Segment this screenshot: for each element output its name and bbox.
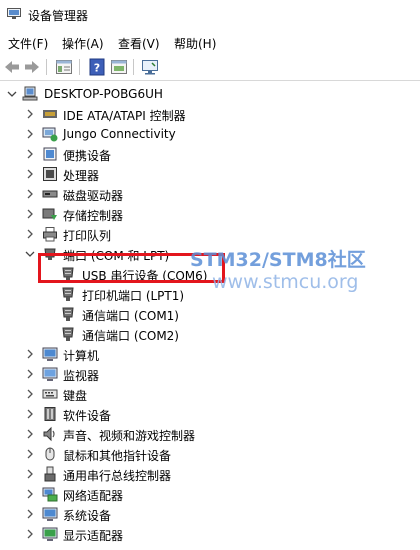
processor-icon — [43, 167, 57, 181]
category-label: 通用串行总线控制器 — [63, 469, 172, 483]
ide-controller-icon — [43, 110, 57, 118]
tree-item-usb-controllers[interactable]: 通用串行总线控制器 — [0, 464, 420, 484]
computer-icon — [22, 86, 38, 101]
tree-item-system-devices[interactable]: 系统设备 — [0, 504, 420, 524]
chevron-right-icon[interactable] — [25, 348, 35, 360]
device-manager-icon — [7, 8, 21, 19]
device-label: 通信端口 (COM1) — [82, 309, 179, 323]
tree-item-sound-video-game[interactable]: 声音、视频和游戏控制器 — [0, 424, 420, 444]
port-connector-icon — [62, 287, 74, 301]
usb-icon — [44, 466, 56, 482]
tree-item-keyboards[interactable]: 键盘 — [0, 384, 420, 404]
toolbar: ? — [0, 56, 420, 78]
tree-item-monitors[interactable]: 监视器 — [0, 364, 420, 384]
category-label: 存储控制器 — [63, 209, 124, 223]
monitor-icon — [42, 367, 58, 381]
menu-action[interactable]: 操作(A) — [62, 35, 104, 52]
title-bar: 设备管理器 — [0, 0, 420, 30]
chevron-right-icon[interactable] — [25, 148, 35, 160]
chevron-right-icon[interactable] — [25, 528, 35, 540]
mouse-icon — [45, 447, 55, 461]
svg-text:?: ? — [94, 62, 100, 75]
system-device-icon — [42, 507, 58, 521]
computer-icon — [42, 347, 58, 361]
tree-item-storage-controllers[interactable]: 存储控制器 — [0, 204, 420, 224]
category-label: 监视器 — [63, 369, 100, 383]
chevron-right-icon[interactable] — [25, 428, 35, 440]
chevron-right-icon[interactable] — [25, 168, 35, 180]
menu-bar: 文件(F) 操作(A) 查看(V) 帮助(H) — [0, 30, 420, 54]
tree-item-software-devices[interactable]: 软件设备 — [0, 404, 420, 424]
category-label: 便携设备 — [63, 149, 112, 163]
category-label: 打印队列 — [63, 229, 112, 243]
device-label: 通信端口 (COM2) — [82, 329, 179, 343]
chevron-right-icon[interactable] — [25, 108, 35, 120]
chevron-down-icon[interactable] — [7, 88, 17, 100]
tree-item-portable-devices[interactable]: 便携设备 — [0, 144, 420, 164]
port-connector-icon — [62, 307, 74, 321]
tree-item-computer[interactable]: 计算机 — [0, 344, 420, 364]
category-label: 计算机 — [63, 349, 100, 363]
portable-device-icon — [43, 147, 57, 161]
keyboard-icon — [42, 389, 58, 399]
chevron-right-icon[interactable] — [25, 208, 35, 220]
window-title: 设备管理器 — [28, 9, 89, 23]
chevron-right-icon[interactable] — [25, 368, 35, 380]
computer-name: DESKTOP-POBG6UH — [44, 87, 163, 101]
chevron-right-icon[interactable] — [25, 468, 35, 480]
tree-item-com1[interactable]: 通信端口 (COM1) — [0, 304, 420, 324]
tree-item-disk-drives[interactable]: 磁盘驱动器 — [0, 184, 420, 204]
category-label: IDE ATA/ATAPI 控制器 — [63, 109, 186, 123]
category-label: 显示适配器 — [63, 529, 124, 543]
category-label: Jungo Connectivity — [63, 127, 176, 141]
scan-hardware-icon[interactable] — [141, 58, 159, 76]
properties-icon[interactable] — [55, 58, 73, 76]
chevron-right-icon[interactable] — [25, 448, 35, 460]
category-label: 处理器 — [63, 169, 100, 183]
chevron-right-icon[interactable] — [25, 408, 35, 420]
tree-item-processors[interactable]: 处理器 — [0, 164, 420, 184]
disk-drive-icon — [42, 190, 58, 198]
storage-controller-icon — [42, 208, 57, 220]
tree-item-print-queues[interactable]: 打印队列 — [0, 224, 420, 244]
chevron-right-icon[interactable] — [25, 128, 35, 140]
category-label: 软件设备 — [63, 409, 112, 423]
menu-file[interactable]: 文件(F) — [8, 35, 48, 52]
chevron-right-icon[interactable] — [25, 508, 35, 520]
menu-view[interactable]: 查看(V) — [118, 35, 160, 52]
display-adapter-icon — [42, 527, 58, 541]
software-device-icon — [44, 407, 56, 421]
category-label: 键盘 — [63, 389, 88, 403]
port-connector-icon — [62, 327, 74, 341]
tree-item-printer-port-lpt1[interactable]: 打印机端口 (LPT1) — [0, 284, 420, 304]
print-queue-icon — [43, 227, 57, 242]
tree-item-ide[interactable]: IDE ATA/ATAPI 控制器 — [0, 104, 420, 124]
jungo-icon — [42, 127, 58, 142]
category-label: 系统设备 — [63, 509, 112, 523]
menu-help[interactable]: 帮助(H) — [174, 35, 216, 52]
tree-item-com2[interactable]: 通信端口 (COM2) — [0, 324, 420, 344]
tree-root[interactable]: DESKTOP-POBG6UH — [0, 84, 420, 104]
chevron-down-icon[interactable] — [25, 248, 35, 260]
sound-icon — [43, 426, 55, 442]
tree-item-network-adapters[interactable]: 网络适配器 — [0, 484, 420, 504]
update-driver-icon[interactable] — [110, 58, 128, 76]
forward-icon[interactable] — [23, 58, 41, 76]
help-icon[interactable]: ? — [88, 58, 106, 76]
chevron-right-icon[interactable] — [25, 488, 35, 500]
network-adapter-icon — [42, 487, 58, 502]
tree-item-jungo[interactable]: Jungo Connectivity — [0, 124, 420, 144]
back-icon[interactable] — [3, 58, 21, 76]
tree-item-display-adapters[interactable]: 显示适配器 — [0, 524, 420, 544]
chevron-right-icon[interactable] — [25, 388, 35, 400]
device-label: 打印机端口 (LPT1) — [82, 289, 185, 303]
tree-item-mice[interactable]: 鼠标和其他指针设备 — [0, 444, 420, 464]
chevron-right-icon[interactable] — [25, 188, 35, 200]
category-label: 磁盘驱动器 — [63, 189, 124, 203]
category-label: 网络适配器 — [63, 489, 124, 503]
chevron-right-icon[interactable] — [25, 228, 35, 240]
category-label: 声音、视频和游戏控制器 — [63, 429, 196, 443]
category-label: 鼠标和其他指针设备 — [63, 449, 172, 463]
highlight-annotation — [38, 253, 225, 283]
